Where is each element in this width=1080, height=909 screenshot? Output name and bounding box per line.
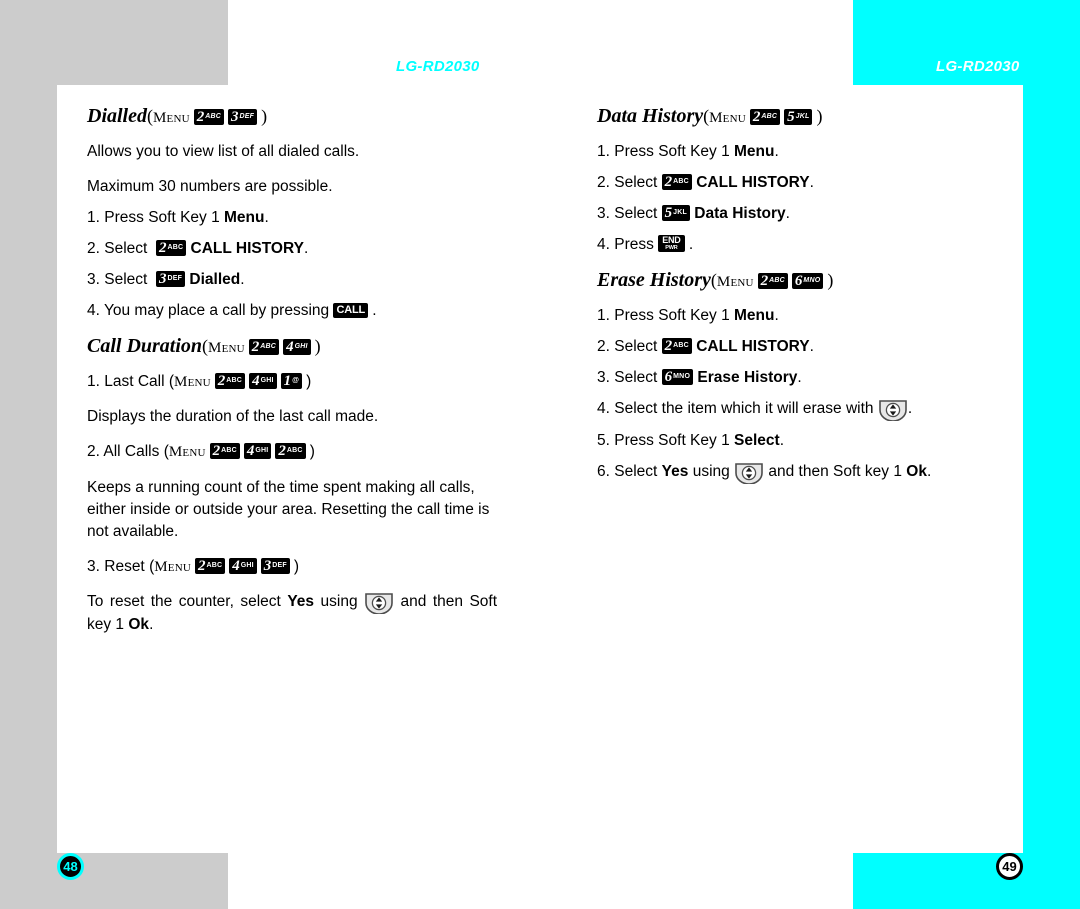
page-border-cyan-bottom (853, 853, 1080, 909)
dialled-step-4: 4. You may place a call by pressing CALL… (87, 302, 377, 319)
menu-word: Menu (168, 444, 206, 461)
key-2-abc-icon: 2ABC (248, 339, 280, 355)
call-duration-sub-1: 1. Last Call (Menu 2ABC 4GHI 1@) (87, 373, 312, 390)
erase-history-step-2: 2. Select 2ABC CALL HISTORY. (597, 338, 814, 355)
erase-history-step-3: 3. Select 6MNO Erase History. (597, 369, 802, 386)
erase-history-step-5: 5. Press Soft Key 1 Select. (597, 432, 784, 449)
page-border-gray-bottom (0, 853, 228, 909)
key-2-abc-icon: 2ABC (214, 373, 246, 389)
erase-history-step-4: 4. Select the item which it will erase w… (597, 398, 997, 421)
menu-word: Menu (208, 340, 245, 356)
section-heading-erase-history: Erase History(Menu 2ABC 6MNO) (597, 269, 997, 291)
running-header-right: LG-RD2030 (936, 58, 1020, 75)
section-heading-dialled-label: Dialled (87, 105, 147, 127)
key-3-def-icon: 3DEF (228, 109, 258, 125)
dialled-description-1: Allows you to view list of all dialed ca… (87, 143, 360, 160)
key-4-ghi-icon: 4GHI (249, 373, 277, 389)
menu-word: Menu (716, 274, 754, 290)
right-page-content: Data History(Menu 2ABC 5JKL) 1. Press Soft… (597, 105, 997, 497)
dialled-step-3: 3. Select 3DEF Dialled. (87, 271, 245, 288)
dialled-description-2: Maximum 30 numbers are possible. (87, 178, 333, 195)
key-2-abc-icon: 2ABC (275, 443, 306, 460)
key-2-abc-icon: 2ABC (193, 109, 225, 125)
key-4-ghi-icon: 4GHI (283, 339, 311, 355)
key-2-abc-icon: 2ABC (155, 240, 187, 256)
call-duration-sub-1-description: Displays the duration of the last call m… (87, 408, 379, 426)
key-3-def-icon: 3DEF (155, 271, 186, 287)
left-page-content: Dialled(Menu 2ABC 3DEF) Allows you to view… (87, 105, 497, 649)
data-history-step-4: 4. Press END PWR . (597, 235, 694, 253)
paren-close: ) (261, 106, 268, 126)
navigation-key-icon (734, 462, 764, 484)
key-2-abc-icon: 2ABC (209, 443, 240, 460)
call-duration-sub-3-description: To reset the counter, select Yes using a… (87, 592, 498, 633)
data-history-step-3: 3. Select 5JKL Data History. (597, 205, 790, 222)
section-heading-data-history-label: Data History (597, 105, 704, 127)
page-number-right: 49 (996, 853, 1023, 880)
menu-word: Menu (153, 110, 190, 126)
key-4-ghi-icon: 4GHI (243, 443, 272, 460)
section-heading-call-duration-label: Call Duration (87, 335, 203, 357)
call-duration-sub-3: 3. Reset (Menu 2ABC 4GHI 3DEF) (87, 557, 300, 575)
navigation-key-icon (878, 399, 908, 421)
call-duration-sub-2-description: Keeps a running count of the time spent … (87, 478, 490, 540)
key-2-abc-icon: 2ABC (749, 109, 781, 125)
key-3-def-icon: 3DEF (260, 557, 290, 574)
section-heading-dialled: Dialled(Menu 2ABC 3DEF) (87, 105, 497, 127)
erase-history-step-1: 1. Press Soft Key 1 Menu. (597, 307, 779, 324)
key-6-mno-icon: 6MNO (661, 369, 694, 385)
page-border-cyan-right (1023, 0, 1080, 909)
key-5-jkl-icon: 5JKL (784, 109, 813, 125)
key-2-abc-icon: 2ABC (194, 557, 226, 574)
erase-history-step-6: 6. Select Yes using and then Soft key 1 … (597, 461, 997, 484)
dialled-step-2: 2. Select 2ABC CALL HISTORY. (87, 240, 309, 257)
menu-word: Menu (174, 374, 211, 390)
key-2-abc-icon: 2ABC (661, 174, 692, 190)
key-2-abc-icon: 2ABC (661, 338, 692, 354)
section-heading-erase-history-label: Erase History (597, 269, 711, 291)
key-1-at-icon: 1@ (280, 373, 303, 389)
data-history-step-1: 1. Press Soft Key 1 Menu. (597, 143, 779, 160)
paren-close: ) (816, 106, 823, 126)
key-5-jkl-icon: 5JKL (661, 205, 690, 221)
call-duration-sub-2: 2. All Calls (Menu 2ABC 4GHI 2ABC) (87, 443, 315, 461)
navigation-key-icon (364, 592, 394, 614)
menu-word: Menu (154, 558, 191, 575)
dialled-step-1: 1. Press Soft Key 1 Menu. (87, 209, 269, 226)
key-4-ghi-icon: 4GHI (229, 557, 257, 574)
key-6-mno-icon: 6MNO (791, 273, 824, 289)
running-header-left: LG-RD2030 (396, 58, 480, 75)
menu-word: Menu (709, 110, 746, 126)
section-heading-call-duration: Call Duration(Menu 2ABC 4GHI) (87, 335, 497, 357)
page-border-gray-left (0, 0, 57, 909)
key-call-icon: CALL (333, 303, 368, 318)
page-number-left: 48 (57, 853, 84, 880)
paren-close: ) (314, 336, 321, 356)
key-end-pwr-icon: END PWR (658, 235, 685, 252)
section-heading-data-history: Data History(Menu 2ABC 5JKL) (597, 105, 997, 127)
key-2-abc-icon: 2ABC (757, 273, 788, 289)
data-history-step-2: 2. Select 2ABC CALL HISTORY. (597, 174, 814, 191)
paren-close: ) (827, 270, 834, 290)
